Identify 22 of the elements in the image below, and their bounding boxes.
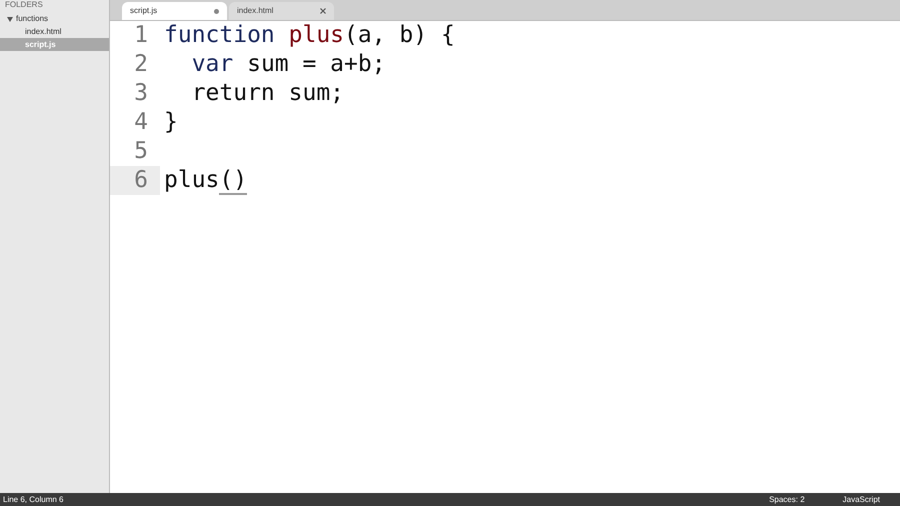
line-number: 5 [134,137,148,166]
unsaved-dot-icon [214,8,219,14]
line-number: 4 [134,108,148,138]
disclosure-triangle-icon[interactable] [7,16,13,22]
line-number: 2 [134,50,148,80]
indentation-setting[interactable]: Spaces: 2 [769,494,805,506]
code-line: return sum; [190,79,344,108]
close-icon[interactable] [320,8,326,14]
line-number: 1 [134,21,148,50]
syntax-mode[interactable]: JavaScript [842,494,880,506]
sidebar-item[interactable]: index.html [0,25,109,38]
code-line: plus() [164,166,248,198]
code-line: function plus(a, b) { [164,21,455,50]
sidebar-header: FOLDERS [4,0,44,11]
sidebar-item[interactable]: functions [0,12,109,25]
code-line: } [164,108,178,138]
code-line: var sum = a+b; [190,50,386,80]
cursor-position: Line 6, Column 6 [3,494,64,506]
tab[interactable]: index.html [229,2,334,20]
tab[interactable]: script.js [122,2,227,20]
line-number: 6 [134,166,148,196]
line-number: 3 [134,79,148,108]
